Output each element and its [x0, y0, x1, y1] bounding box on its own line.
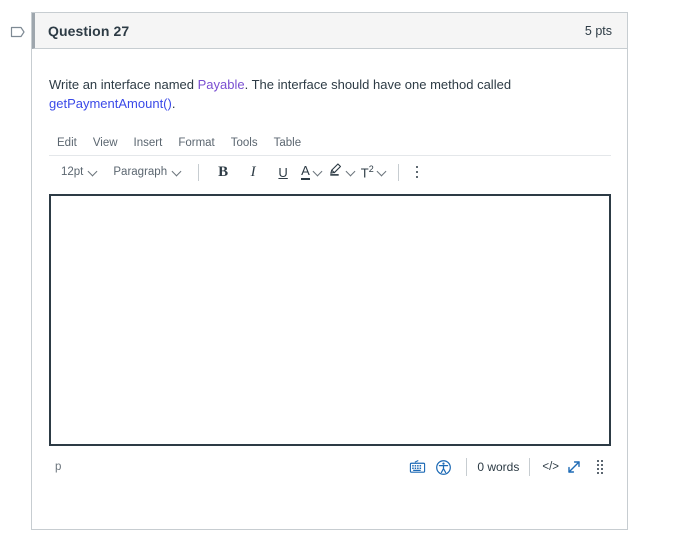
accessibility-checker-icon[interactable]: [430, 456, 456, 478]
question-header: Question 27 5 pts: [32, 13, 627, 49]
toolbar-divider: [397, 163, 399, 181]
font-size-select[interactable]: 12pt: [53, 163, 105, 181]
chevron-down-icon[interactable]: [347, 168, 355, 176]
prompt-text-before: Write an interface named: [49, 77, 198, 92]
italic-button[interactable]: I: [238, 160, 268, 184]
html-editor-icon[interactable]: </>: [540, 461, 561, 473]
question-points: 5 pts: [584, 23, 612, 38]
question-prompt: Write an interface named Payable. The in…: [32, 49, 627, 113]
editor-text-area[interactable]: [49, 194, 611, 446]
chevron-down-icon: [89, 168, 97, 176]
status-divider: [466, 458, 468, 476]
word-count: 0 words: [477, 460, 520, 474]
element-path[interactable]: p: [55, 461, 61, 473]
toolbar-divider: [198, 163, 200, 181]
block-format-select[interactable]: Paragraph: [105, 163, 189, 181]
font-size-value: 12pt: [61, 166, 84, 178]
text-color-button[interactable]: A: [298, 164, 325, 180]
resize-grip-icon[interactable]: [587, 460, 609, 474]
superscript-button[interactable]: T2: [358, 164, 389, 180]
page-title: Question 27: [48, 22, 130, 39]
chevron-down-icon[interactable]: [314, 168, 322, 176]
menu-view[interactable]: View: [85, 135, 126, 151]
block-format-value: Paragraph: [113, 166, 168, 178]
fullscreen-expand-icon[interactable]: [561, 456, 587, 478]
menu-insert[interactable]: Insert: [126, 135, 171, 151]
page-root: Question 27 5 pts Write an interface nam…: [0, 0, 676, 552]
prompt-link-payable[interactable]: Payable: [198, 77, 245, 92]
underline-button[interactable]: U: [268, 160, 298, 184]
editor-toolbar: 12pt Paragraph B I U A T2: [49, 156, 611, 188]
chevron-down-icon[interactable]: [378, 168, 386, 176]
more-options-icon[interactable]: [408, 165, 427, 179]
prompt-text-after: .: [171, 96, 176, 111]
highlighter-pen-icon: [328, 162, 343, 182]
editor-status-bar: p 0 words </>: [49, 450, 611, 484]
status-divider: [529, 458, 531, 476]
editor-menubar: Edit View Insert Format Tools Table: [49, 131, 611, 156]
flag-outline-icon[interactable]: [8, 22, 28, 42]
highlight-color-button[interactable]: [325, 162, 358, 182]
status-bar-right: 0 words </>: [404, 456, 609, 478]
bold-button[interactable]: B: [208, 160, 238, 184]
prompt-text-middle: . The interface should have one method c…: [244, 77, 512, 92]
chevron-down-icon: [173, 168, 181, 176]
text-color-icon: A: [301, 163, 310, 180]
rich-content-editor: Edit View Insert Format Tools Table 12pt…: [49, 131, 611, 484]
menu-tools[interactable]: Tools: [223, 135, 266, 151]
question-body: Write an interface named Payable. The in…: [32, 49, 627, 484]
superscript-icon: T2: [360, 163, 374, 181]
menu-format[interactable]: Format: [170, 135, 222, 151]
keyboard-shortcuts-icon[interactable]: [404, 456, 430, 478]
question-card: Question 27 5 pts Write an interface nam…: [31, 12, 628, 530]
menu-table[interactable]: Table: [266, 135, 310, 151]
prompt-link-getpaymentamount[interactable]: getPaymentAmount(): [49, 96, 172, 111]
menu-edit[interactable]: Edit: [51, 135, 85, 151]
